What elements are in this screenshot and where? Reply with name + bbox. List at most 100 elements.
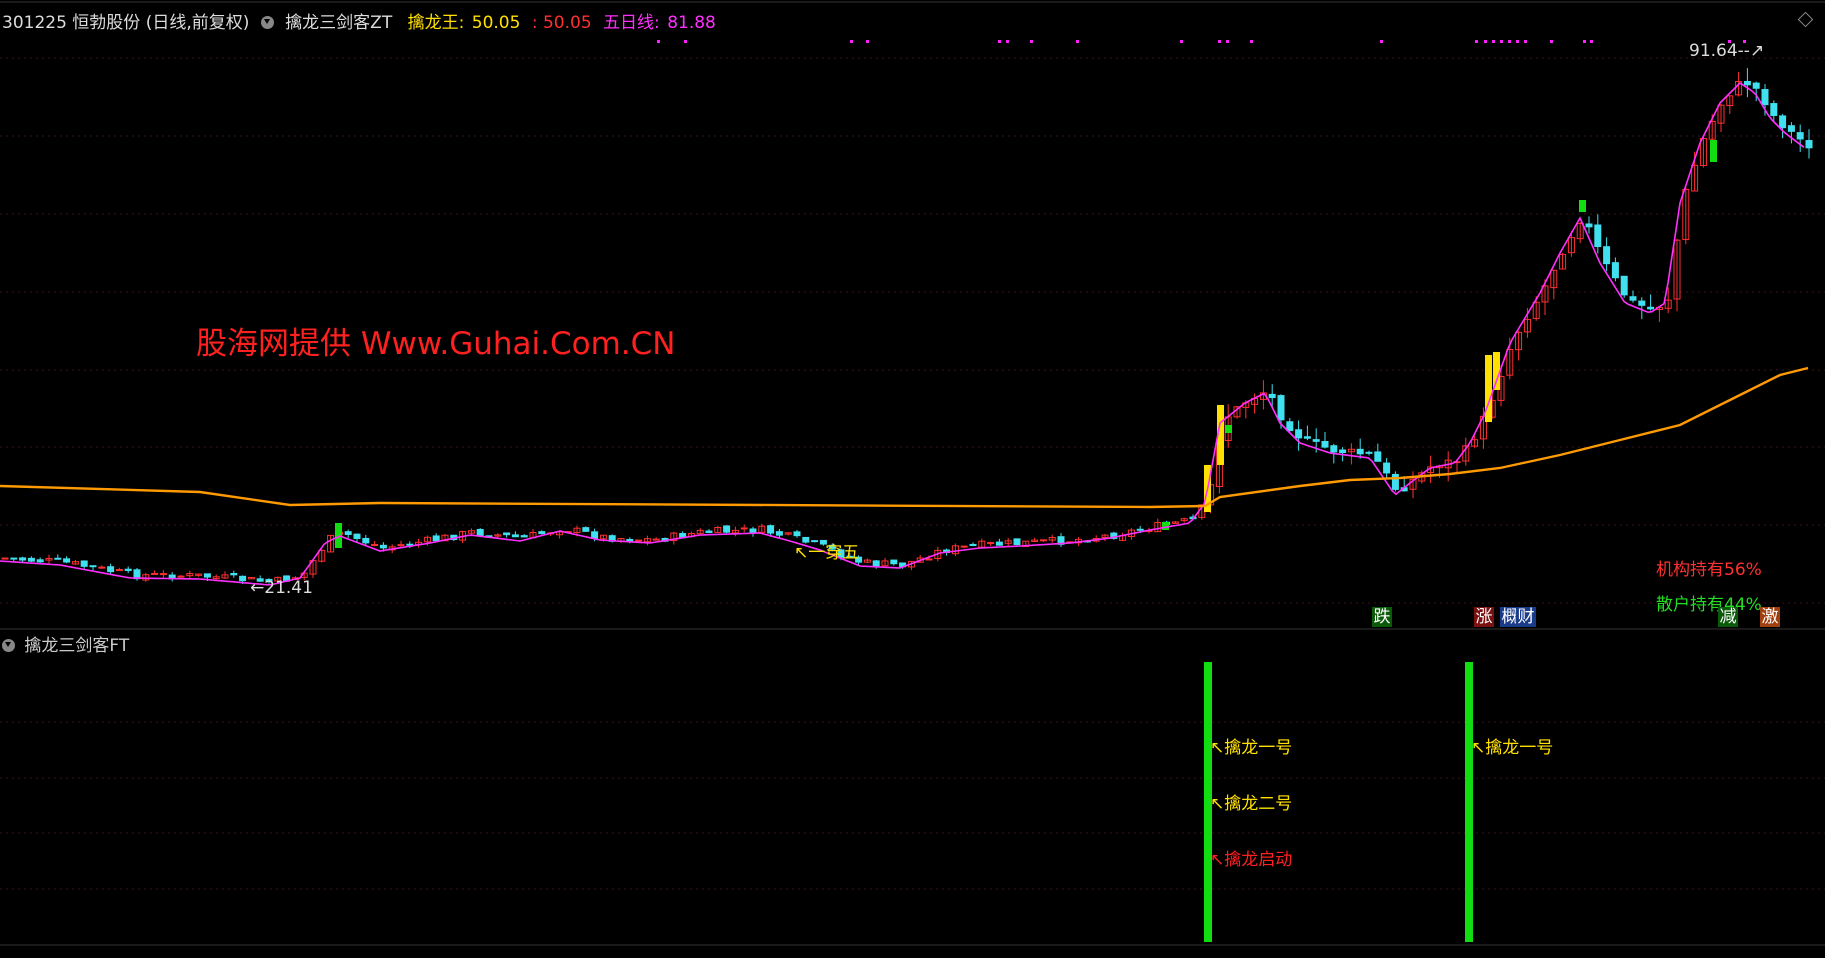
candle-body bbox=[1629, 296, 1637, 301]
candle-body bbox=[177, 575, 185, 578]
signal-dot bbox=[1006, 40, 1009, 43]
retail-holding: 散户持有44% bbox=[1656, 595, 1762, 615]
candle-body bbox=[1603, 246, 1611, 265]
candle-body bbox=[159, 573, 167, 576]
candle-body bbox=[19, 557, 27, 561]
candle-body bbox=[344, 531, 352, 535]
candle-body bbox=[1383, 462, 1391, 474]
signal-dot bbox=[1380, 40, 1383, 43]
candle-body bbox=[10, 557, 18, 560]
candle-body bbox=[397, 544, 405, 547]
candle-body bbox=[520, 535, 528, 538]
sep-value: : 50.05 bbox=[531, 13, 592, 33]
chart-frame bbox=[0, 0, 1825, 958]
candle-body bbox=[239, 575, 247, 582]
signal-dot bbox=[1524, 40, 1527, 43]
long-ma-line bbox=[0, 366, 1809, 509]
candle-body bbox=[872, 560, 880, 567]
candle-body bbox=[890, 559, 898, 565]
signal-text: 擒龙一号 bbox=[1224, 738, 1293, 758]
candle-body bbox=[379, 544, 387, 549]
chuanwu-label: ↖一穿五 bbox=[794, 538, 859, 563]
candle-body bbox=[36, 559, 44, 563]
candle-body bbox=[1391, 473, 1399, 490]
candle-body bbox=[27, 557, 35, 562]
signal-bar bbox=[1465, 662, 1473, 942]
signal-text: 擒龙启动 bbox=[1224, 850, 1293, 870]
signal-dot bbox=[1030, 40, 1033, 43]
signal-dot bbox=[1180, 40, 1183, 43]
arrow-glyph: ↖ bbox=[1210, 794, 1225, 814]
badge-jian[interactable]: 减 bbox=[1718, 607, 1738, 627]
candle-body bbox=[80, 560, 88, 567]
candle-body bbox=[1752, 82, 1760, 89]
candle-body bbox=[89, 565, 97, 568]
badge-zhang[interactable]: 涨 bbox=[1474, 607, 1494, 627]
candle-body bbox=[969, 543, 977, 546]
candle-body bbox=[582, 527, 590, 532]
arrow-glyph: --↗ bbox=[1737, 41, 1765, 61]
candle-body bbox=[987, 542, 995, 545]
signal-dot bbox=[1484, 40, 1487, 43]
candle-body bbox=[1647, 306, 1655, 310]
main-chart-svg bbox=[0, 1, 1825, 946]
high-label: 91.64--↗ bbox=[1689, 41, 1764, 61]
ma5-label: 五日线: bbox=[603, 13, 660, 33]
signal-candle bbox=[1493, 352, 1500, 390]
sub-panel-header: 擒龙三剑客FT bbox=[2, 631, 129, 656]
arrow-glyph: ↖ bbox=[1210, 738, 1225, 758]
candle-body bbox=[960, 545, 968, 548]
signal-dot bbox=[998, 40, 1001, 43]
badge-die[interactable]: 跌 bbox=[1372, 607, 1392, 627]
signal-candle bbox=[1710, 140, 1717, 162]
signal-candle bbox=[1579, 200, 1586, 212]
signal-dot bbox=[1500, 40, 1503, 43]
signal-candle bbox=[1162, 522, 1169, 530]
badge-cai[interactable]: 财 bbox=[1516, 607, 1536, 627]
candle-body bbox=[1, 557, 9, 560]
candle-body bbox=[1356, 448, 1364, 455]
candle-body bbox=[705, 530, 713, 533]
collapse-icon[interactable] bbox=[260, 16, 274, 29]
candle-body bbox=[1787, 125, 1795, 132]
watermark-text: 股海网提供 Www.Guhai.Com.CN bbox=[196, 326, 676, 362]
candle-body bbox=[230, 573, 238, 576]
candle-body bbox=[1796, 132, 1804, 140]
candle-body bbox=[98, 566, 106, 569]
candle-body bbox=[635, 539, 643, 542]
signal-dot bbox=[1218, 40, 1221, 43]
candle-body bbox=[63, 558, 71, 563]
signal1-label2: ↖擒龙二号 bbox=[1210, 789, 1292, 814]
candle-body bbox=[1805, 140, 1813, 149]
candle-body bbox=[54, 557, 62, 560]
candle-body bbox=[767, 525, 775, 534]
sub-panel-title: 擒龙三剑客FT bbox=[24, 636, 130, 656]
candle-body bbox=[1339, 449, 1347, 454]
candle-body bbox=[1136, 528, 1144, 531]
signal-dot bbox=[1475, 40, 1478, 43]
signal-text: 擒龙一号 bbox=[1485, 738, 1554, 758]
candle-body bbox=[925, 558, 933, 561]
candle-body bbox=[591, 531, 599, 539]
indicator-name[interactable]: 擒龙三剑客ZT bbox=[285, 13, 392, 33]
arrow-glyph: ↖ bbox=[1210, 850, 1225, 870]
arrow-glyph: ↖ bbox=[794, 543, 809, 563]
low-label: ←21.41 bbox=[250, 578, 313, 598]
signal-dot bbox=[1583, 40, 1586, 43]
signal-dot bbox=[657, 40, 660, 43]
candle-body bbox=[740, 527, 748, 530]
candle-body bbox=[1321, 440, 1329, 448]
candle-body bbox=[1638, 300, 1646, 306]
candle-body bbox=[371, 544, 379, 547]
arrow-glyph: ← bbox=[250, 578, 265, 598]
signal-dot bbox=[1516, 40, 1519, 43]
low-label-value: 21.41 bbox=[264, 578, 313, 598]
candle-body bbox=[1779, 115, 1787, 129]
signal-dot bbox=[1076, 40, 1079, 43]
candle-body bbox=[775, 531, 783, 536]
qlw-label: 擒龙王: bbox=[407, 13, 465, 33]
candle-body bbox=[1611, 262, 1619, 279]
candle-body bbox=[503, 532, 511, 536]
collapse-icon[interactable] bbox=[2, 639, 15, 652]
badge-ji[interactable]: 激 bbox=[1760, 607, 1780, 627]
